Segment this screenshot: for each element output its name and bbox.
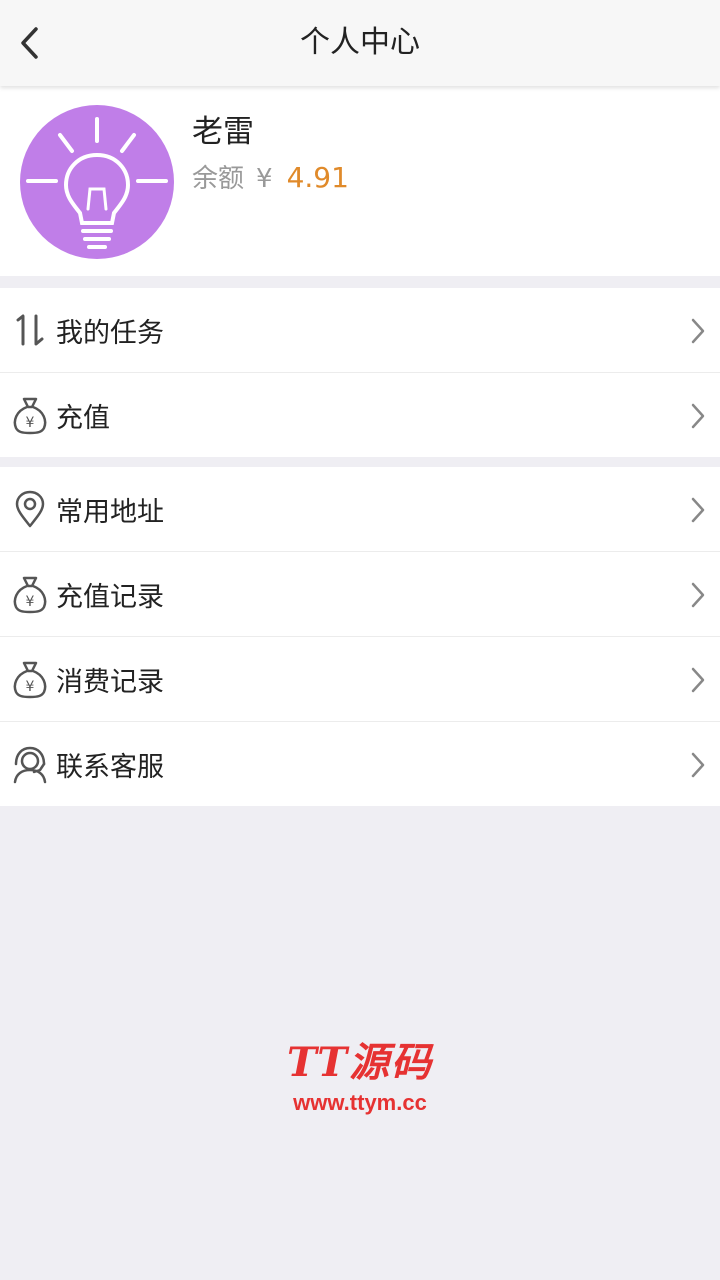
lightbulb-icon [26,117,168,249]
balance-display: 余额 ¥ 4.91 [192,158,349,195]
watermark-title: TT源码 [286,1039,434,1086]
location-pin-icon [10,489,50,529]
menu-item-common-address[interactable]: 常用地址 [0,467,720,552]
menu-item-label: 常用地址 [56,496,164,528]
chevron-right-icon [691,582,705,608]
menu-item-label: 联系客服 [56,751,164,783]
watermark-url: www.ttym.cc [293,1090,427,1115]
chevron-right-icon [691,403,705,429]
svg-text:¥: ¥ [26,679,35,695]
profile-card[interactable]: 老雷 余额 ¥ 4.91 [0,86,720,276]
customer-service-icon [10,744,50,784]
menu-group-secondary: 常用地址 ¥ 充值记录 ¥ 消费记录 联系客服 [0,467,720,806]
chevron-right-icon [691,752,705,778]
menu-item-label: 我的任务 [56,317,164,349]
menu-item-recharge-records[interactable]: ¥ 充值记录 [0,552,720,637]
menu-item-consumption-records[interactable]: ¥ 消费记录 [0,637,720,722]
sort-arrows-icon [10,310,50,350]
money-bag-icon: ¥ [10,395,50,435]
user-name: 老雷 [192,114,254,150]
chevron-right-icon [691,667,705,693]
money-bag-icon: ¥ [10,659,50,699]
svg-text:¥: ¥ [26,415,35,431]
currency-symbol: ¥ [256,164,273,194]
balance-amount: 4.91 [286,161,349,194]
menu-group-primary: 我的任务 ¥ 充值 [0,288,720,457]
chevron-right-icon [691,318,705,344]
page-title: 个人中心 [300,25,420,60]
avatar[interactable] [20,105,174,259]
watermark: TT源码 www.ttym.cc [0,1030,720,1116]
menu-item-recharge[interactable]: ¥ 充值 [0,373,720,457]
menu-item-label: 消费记录 [56,666,164,698]
svg-text:¥: ¥ [26,594,35,610]
menu-item-customer-service[interactable]: 联系客服 [0,722,720,806]
menu-item-label: 充值 [56,402,110,434]
chevron-right-icon [691,497,705,523]
menu-item-label: 充值记录 [56,581,164,613]
menu-item-my-tasks[interactable]: 我的任务 [0,288,720,373]
money-bag-icon: ¥ [10,574,50,614]
balance-label: 余额 [192,164,245,194]
top-bar: 个人中心 [0,0,720,86]
